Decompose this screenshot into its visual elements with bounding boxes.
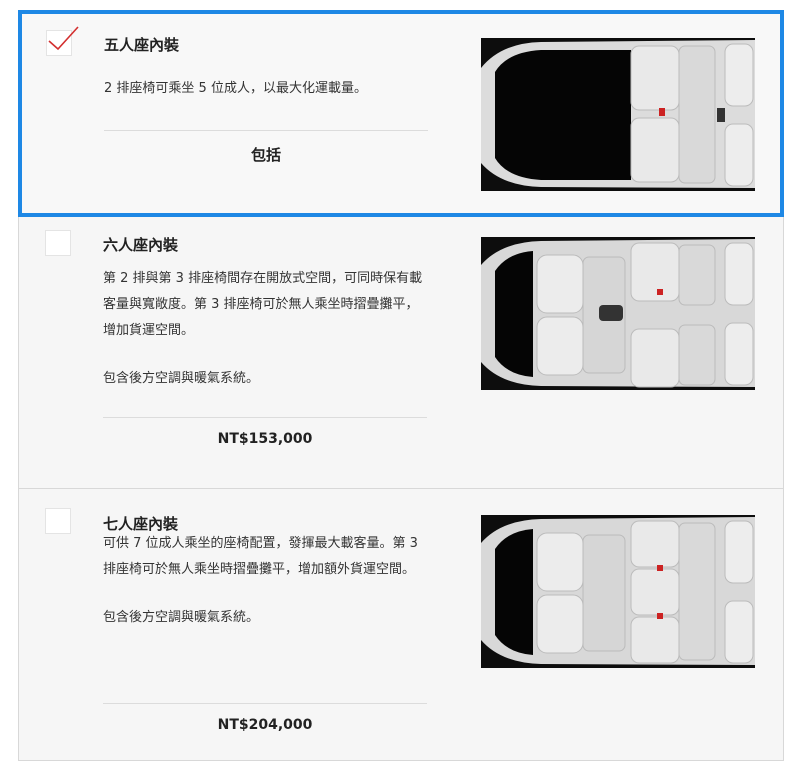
option-description: 第 2 排與第 3 排座椅間存在開放式空間，可同時保有載客量與寬敞度。第 3 排… (103, 271, 423, 386)
divider (104, 130, 428, 131)
option-title: 五人座內裝 (104, 36, 180, 54)
option-card-six-seat[interactable]: 六人座內裝 第 2 排與第 3 排座椅間存在開放式空間，可同時保有載客量與寬敞度… (18, 217, 784, 489)
six-seat-interior-image (481, 237, 755, 390)
five-seat-interior-image (481, 38, 755, 191)
option-checkbox-five-seat[interactable] (46, 26, 79, 56)
checkmark-icon (48, 26, 79, 51)
option-price: NT$204,000 (217, 717, 313, 733)
option-card-seven-seat[interactable]: 七人座內裝 可供 7 位成人乘坐的座椅配置，發揮最大載客量。第 3 排座椅可於無… (18, 489, 784, 761)
seven-seat-interior-image (481, 515, 755, 668)
divider (103, 417, 427, 418)
divider (103, 703, 427, 704)
option-title: 六人座內裝 (103, 236, 179, 254)
option-checkbox-seven-seat[interactable] (45, 508, 71, 534)
option-price: 包括 (250, 146, 281, 164)
option-description: 可供 7 位成人乘坐的座椅配置，發揮最大載客量。第 3 排座椅可於無人乘坐時摺疊… (103, 536, 418, 625)
option-card-five-seat[interactable]: 五人座內裝 2 排座椅可乘坐 5 位成人，以最大化運載量。 包括 (18, 10, 784, 217)
interior-options-list: 五人座內裝 2 排座椅可乘坐 5 位成人，以最大化運載量。 包括 六人座內裝 第… (18, 10, 784, 761)
option-description: 2 排座椅可乘坐 5 位成人，以最大化運載量。 (104, 81, 367, 96)
option-price: NT$153,000 (217, 431, 313, 447)
option-checkbox-six-seat[interactable] (45, 230, 71, 256)
